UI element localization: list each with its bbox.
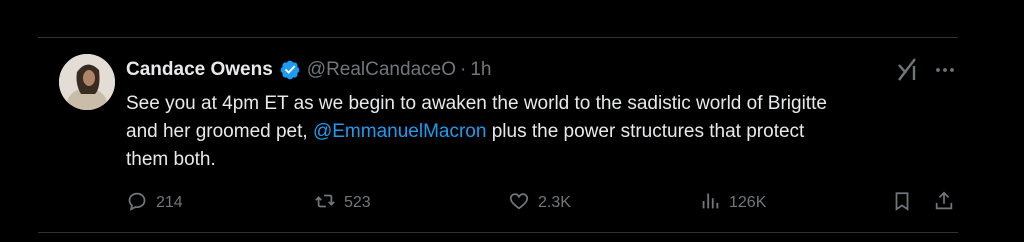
author-handle[interactable]: @RealCandaceO xyxy=(307,59,456,81)
share-button[interactable] xyxy=(933,188,955,218)
avatar[interactable] xyxy=(59,54,115,110)
tweet-header: Candace Owens @RealCandaceO · 1h xyxy=(126,58,491,82)
tweet-text: See you at 4pm ET as we begin to awaken … xyxy=(126,90,926,174)
grok-icon[interactable] xyxy=(896,56,920,82)
tweet-text-segment: and her groomed pet, xyxy=(126,121,313,142)
bookmark-button[interactable] xyxy=(891,188,913,218)
author-name[interactable]: Candace Owens xyxy=(126,59,273,81)
avatar-image xyxy=(59,54,115,110)
tweet-card[interactable]: Candace Owens @RealCandaceO · 1h See you… xyxy=(38,37,958,233)
separator-dot: · xyxy=(459,59,467,80)
bookmark-icon xyxy=(891,190,913,217)
tweet-text-line-2: and her groomed pet, @EmmanuelMacron plu… xyxy=(126,118,926,146)
tweet-text-line-3: them both. xyxy=(126,149,216,170)
views-count: 126K xyxy=(729,194,767,211)
repost-count: 523 xyxy=(344,194,371,211)
views-icon xyxy=(699,190,721,217)
reply-button[interactable]: 214 xyxy=(126,188,183,218)
verified-badge-icon[interactable] xyxy=(279,59,301,81)
like-icon xyxy=(508,190,530,217)
timestamp[interactable]: 1h xyxy=(470,59,491,81)
tweet-text-segment: plus the power structures that protect xyxy=(486,121,805,142)
tweet-text-line-1: See you at 4pm ET as we begin to awaken … xyxy=(126,93,827,114)
like-count: 2.3K xyxy=(538,194,571,211)
repost-icon xyxy=(314,190,336,217)
reply-count: 214 xyxy=(156,194,183,211)
like-button[interactable]: 2.3K xyxy=(508,188,571,218)
views-button[interactable]: 126K xyxy=(699,188,766,218)
action-bar: 214 523 2.3K 126K xyxy=(38,188,958,218)
mention-link[interactable]: @EmmanuelMacron xyxy=(313,121,486,142)
share-icon xyxy=(933,190,955,217)
repost-button[interactable]: 523 xyxy=(314,188,371,218)
more-icon[interactable] xyxy=(934,62,956,72)
reply-icon xyxy=(126,190,148,217)
